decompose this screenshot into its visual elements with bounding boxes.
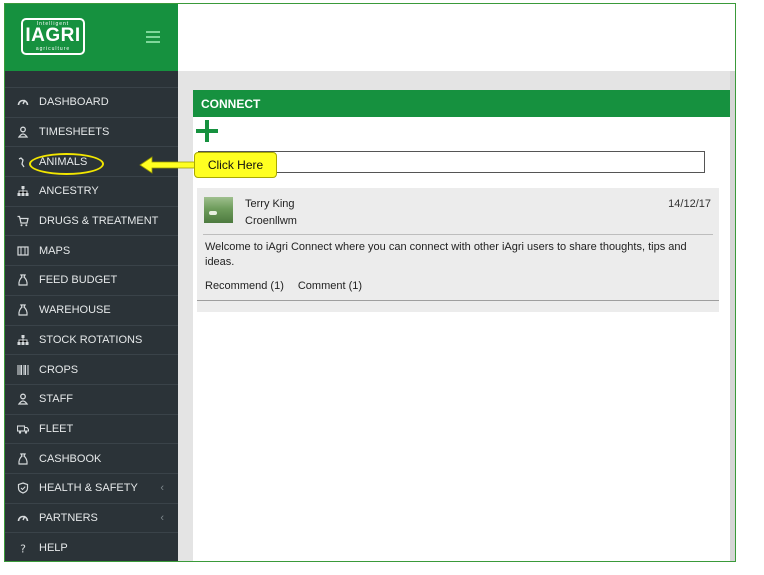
post-author[interactable]: Terry King	[245, 198, 295, 210]
bag-icon	[16, 273, 30, 287]
sidebar-item-partners[interactable]: PARTNERS ‹	[5, 502, 178, 533]
callout-label: Click Here	[194, 152, 277, 178]
sidebar-item-label: PARTNERS	[39, 511, 98, 524]
sidebar-item-health-safety[interactable]: HEALTH & SAFETY ‹	[5, 472, 178, 503]
cart-icon	[16, 214, 30, 228]
sidebar-item-dashboard[interactable]: DASHBOARD	[5, 87, 178, 117]
post-card: Terry King Croenllwm 14/12/17 Welcome to…	[197, 188, 719, 312]
sidebar-item-label: FLEET	[39, 422, 74, 435]
sidebar-item-maps[interactable]: MAPS	[5, 235, 178, 265]
sidebar-item-help[interactable]: ? HELP	[5, 532, 178, 561]
person-icon	[16, 392, 30, 406]
dashboard-gauge-icon	[16, 95, 30, 109]
sidebar-item-label: MAPS	[39, 244, 71, 257]
bag-icon	[16, 452, 30, 466]
sidebar-item-label: DRUGS & TREATMENT	[39, 215, 159, 228]
logo-tagline-bottom: agriculture	[35, 46, 71, 52]
chevron-left-icon[interactable]: ‹	[160, 482, 164, 494]
person-icon	[16, 125, 30, 139]
sidebar-item-label: ANCESTRY	[39, 185, 99, 198]
question-icon: ?	[16, 541, 30, 555]
sidebar-item-stock-rotations[interactable]: STOCK ROTATIONS	[5, 324, 178, 355]
brand-header: Intelligent IAGRI agriculture	[5, 4, 178, 71]
sidebar-item-warehouse[interactable]: WAREHOUSE	[5, 294, 178, 325]
recommend-button[interactable]: Recommend (1)	[205, 280, 284, 292]
post-actions: Recommend (1) Comment (1)	[205, 280, 362, 292]
main-content: CONNECT Terry King Croenllwm 14/12/17 We…	[178, 71, 735, 561]
panel-title: CONNECT	[193, 90, 730, 117]
sidebar-item-label: CASHBOOK	[39, 452, 102, 465]
sidebar-item-label: WAREHOUSE	[39, 304, 111, 317]
sidebar-item-label: STOCK ROTATIONS	[39, 333, 143, 346]
sitemap-icon	[16, 333, 30, 347]
sidebar-item-label: HELP	[39, 541, 68, 554]
divider	[197, 300, 719, 301]
avatar[interactable]	[204, 197, 233, 223]
post-location: Croenllwm	[245, 215, 297, 227]
app-window: Intelligent IAGRI agriculture DASHBOARD …	[4, 3, 736, 562]
callout-arrow-icon	[139, 156, 201, 174]
divider	[203, 234, 713, 235]
shield-icon	[16, 481, 30, 495]
svg-text:?: ?	[20, 542, 26, 554]
sidebar-item-label: DASHBOARD	[39, 96, 109, 109]
sidebar-item-label: TIMESHEETS	[39, 126, 110, 139]
menu-toggle-icon[interactable]	[146, 31, 160, 43]
logo-name: IAGRI	[25, 25, 81, 46]
highlight-ellipse	[29, 153, 104, 175]
add-post-icon[interactable]	[196, 120, 218, 142]
iagri-logo[interactable]: Intelligent IAGRI agriculture	[21, 18, 85, 55]
sidebar-item-label: CROPS	[39, 363, 79, 376]
sidebar-item-fleet[interactable]: FLEET	[5, 413, 178, 444]
truck-icon	[16, 422, 30, 436]
comment-button[interactable]: Comment (1)	[298, 280, 362, 292]
top-bar	[178, 4, 735, 71]
dashboard-gauge-icon	[16, 511, 30, 525]
bag-icon	[16, 303, 30, 317]
sitemap-icon	[16, 184, 30, 198]
sidebar: Intelligent IAGRI agriculture DASHBOARD …	[5, 4, 178, 561]
post-message: Welcome to iAgri Connect where you can c…	[205, 241, 687, 268]
sidebar-item-ancestry[interactable]: ANCESTRY	[5, 176, 178, 206]
sidebar-item-feed-budget[interactable]: FEED BUDGET	[5, 265, 178, 295]
sidebar-item-label: STAFF	[39, 393, 74, 406]
sidebar-item-timesheets[interactable]: TIMESHEETS	[5, 116, 178, 147]
sidebar-item-drugs-treatment[interactable]: DRUGS & TREATMENT	[5, 205, 178, 236]
scrollbar[interactable]	[730, 71, 735, 561]
sidebar-item-cashbook[interactable]: CASHBOOK	[5, 443, 178, 473]
sidebar-item-label: FEED BUDGET	[39, 274, 118, 287]
sidebar-item-crops[interactable]: CROPS	[5, 354, 178, 384]
chevron-left-icon[interactable]: ‹	[160, 512, 164, 524]
post-date: 14/12/17	[668, 198, 711, 210]
sidebar-item-label: HEALTH & SAFETY	[39, 482, 138, 495]
animal-icon	[16, 155, 30, 169]
map-icon	[16, 244, 30, 258]
sidebar-item-staff[interactable]: STAFF	[5, 383, 178, 414]
barcode-icon	[16, 363, 30, 377]
